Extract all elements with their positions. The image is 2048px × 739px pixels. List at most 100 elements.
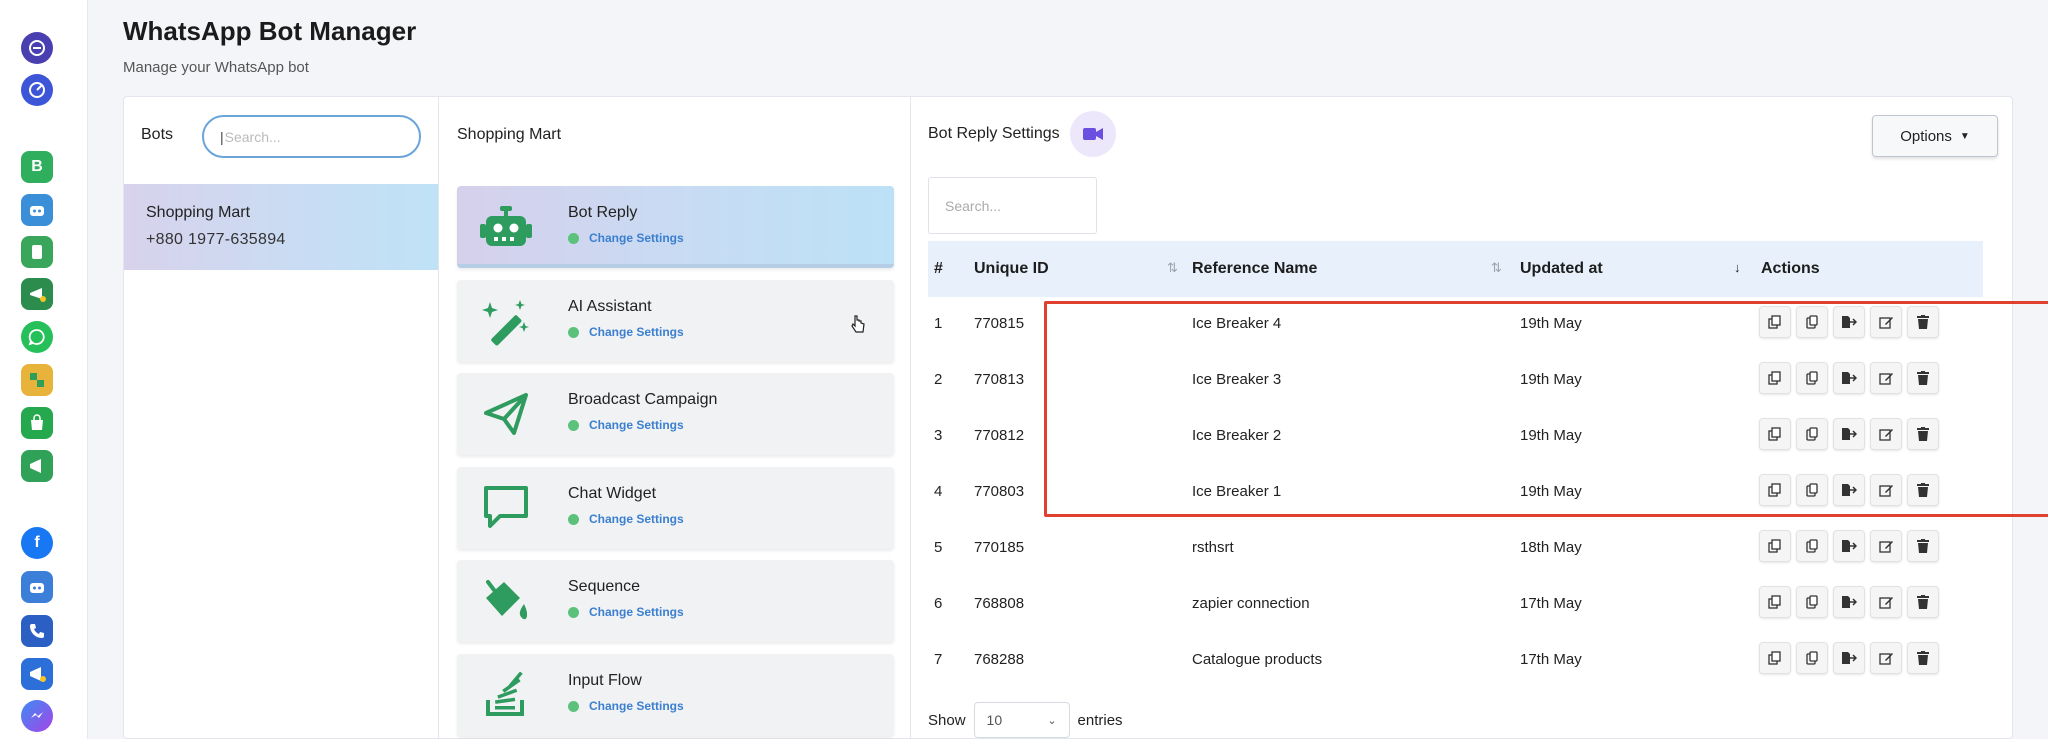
copy-icon[interactable] xyxy=(1759,418,1791,450)
feature-ai-assistant[interactable]: AI Assistant Change Settings xyxy=(457,280,894,362)
duplicate-icon[interactable] xyxy=(1796,474,1828,506)
edit-icon[interactable] xyxy=(1870,362,1902,394)
col-header-reference-name[interactable]: Reference Name xyxy=(1192,260,1317,278)
page-title: WhatsApp Bot Manager xyxy=(123,16,417,46)
feature-chat-widget[interactable]: Chat Widget Change Settings xyxy=(457,467,894,549)
table-row[interactable]: 7 768288 Catalogue products 17th May xyxy=(928,633,1983,689)
edit-icon[interactable] xyxy=(1870,642,1902,674)
copy-icon[interactable] xyxy=(1759,306,1791,338)
cell-reference-name: Ice Breaker 3 xyxy=(1192,371,1282,388)
feature-name: Input Flow xyxy=(568,672,642,689)
delete-icon[interactable] xyxy=(1907,586,1939,618)
call-icon[interactable] xyxy=(21,615,53,647)
table-row[interactable]: 3 770812 Ice Breaker 2 19th May xyxy=(928,409,1983,465)
sort-desc-icon[interactable]: ↓ xyxy=(1734,260,1741,275)
cell-index: 4 xyxy=(934,483,943,500)
delete-icon[interactable] xyxy=(1907,642,1939,674)
table-row[interactable]: 5 770185 rsthsrt 18th May xyxy=(928,521,1983,577)
feature-bot-reply[interactable]: Bot Reply Change Settings xyxy=(457,186,894,268)
integration-icon[interactable] xyxy=(21,364,53,396)
change-settings-link[interactable]: Change Settings xyxy=(589,231,684,245)
campaign-icon[interactable] xyxy=(21,278,53,310)
settings-title: Bot Reply Settings xyxy=(928,125,1060,142)
cell-reference-name: Ice Breaker 2 xyxy=(1192,427,1282,444)
duplicate-icon[interactable] xyxy=(1796,362,1828,394)
cell-unique-id: 770812 xyxy=(974,427,1025,444)
edit-icon[interactable] xyxy=(1870,306,1902,338)
export-icon[interactable] xyxy=(1833,474,1865,506)
export-icon[interactable] xyxy=(1833,642,1865,674)
cell-reference-name: Ice Breaker 4 xyxy=(1192,315,1282,332)
edit-icon[interactable] xyxy=(1870,418,1902,450)
send-campaign-icon[interactable] xyxy=(21,658,53,690)
options-button[interactable]: Options ▼ xyxy=(1872,115,1998,157)
delete-icon[interactable] xyxy=(1907,306,1939,338)
whatsapp-icon[interactable] xyxy=(21,321,53,353)
export-icon[interactable] xyxy=(1833,362,1865,394)
broadcast-icon[interactable] xyxy=(21,450,53,482)
export-icon[interactable] xyxy=(1833,530,1865,562)
duplicate-icon[interactable] xyxy=(1796,530,1828,562)
phone-doc-icon[interactable] xyxy=(21,236,53,268)
bot-search-input[interactable]: | Search... xyxy=(202,115,421,158)
duplicate-icon[interactable] xyxy=(1796,586,1828,618)
feature-sequence[interactable]: Sequence Change Settings xyxy=(457,560,894,642)
sort-icon[interactable]: ⇅ xyxy=(1491,260,1502,276)
copy-icon[interactable] xyxy=(1759,586,1791,618)
edit-icon[interactable] xyxy=(1870,474,1902,506)
copy-icon[interactable] xyxy=(1759,362,1791,394)
copy-icon[interactable] xyxy=(1759,530,1791,562)
row-actions xyxy=(1759,586,1939,618)
cell-unique-id: 770185 xyxy=(974,539,1025,556)
cell-updated-at: 17th May xyxy=(1520,651,1582,668)
cell-unique-id: 768808 xyxy=(974,595,1025,612)
page-size-select[interactable]: 10 ⌄ xyxy=(973,702,1070,738)
robot-icon xyxy=(477,202,535,252)
dashboard-icon[interactable] xyxy=(21,74,53,106)
sort-icon[interactable]: ⇅ xyxy=(1167,260,1178,276)
table-row[interactable]: 2 770813 Ice Breaker 3 19th May xyxy=(928,353,1983,409)
col-header-updated-at[interactable]: Updated at xyxy=(1520,260,1603,278)
status-dot xyxy=(568,514,579,525)
facebook-icon[interactable]: f xyxy=(21,527,53,559)
bot-list-item[interactable]: Shopping Mart +880 1977-635894 xyxy=(124,184,438,270)
feature-input-flow[interactable]: Input Flow Change Settings xyxy=(457,654,894,736)
duplicate-icon[interactable] xyxy=(1796,642,1828,674)
shop-icon[interactable] xyxy=(21,407,53,439)
delete-icon[interactable] xyxy=(1907,530,1939,562)
col-header-unique-id[interactable]: Unique ID xyxy=(974,260,1049,278)
cell-reference-name: rsthsrt xyxy=(1192,539,1234,556)
duplicate-icon[interactable] xyxy=(1796,418,1828,450)
export-icon[interactable] xyxy=(1833,586,1865,618)
delete-icon[interactable] xyxy=(1907,474,1939,506)
table-row[interactable]: 6 768808 zapier connection 17th May xyxy=(928,577,1983,633)
table-row[interactable]: 1 770815 Ice Breaker 4 19th May xyxy=(928,297,1983,353)
edit-icon[interactable] xyxy=(1870,586,1902,618)
change-settings-link[interactable]: Change Settings xyxy=(589,512,684,526)
delete-icon[interactable] xyxy=(1907,418,1939,450)
change-settings-link[interactable]: Change Settings xyxy=(589,325,684,339)
cell-updated-at: 19th May xyxy=(1520,315,1582,332)
cell-reference-name: zapier connection xyxy=(1192,595,1310,612)
table-row[interactable]: 4 770803 Ice Breaker 1 19th May xyxy=(928,465,1983,521)
duplicate-icon[interactable] xyxy=(1796,306,1828,338)
change-settings-link[interactable]: Change Settings xyxy=(589,418,684,432)
feature-name: Bot Reply xyxy=(568,204,638,221)
export-icon[interactable] xyxy=(1833,418,1865,450)
copy-icon[interactable] xyxy=(1759,474,1791,506)
export-icon[interactable] xyxy=(1833,306,1865,338)
delete-icon[interactable] xyxy=(1907,362,1939,394)
feature-broadcast-campaign[interactable]: Broadcast Campaign Change Settings xyxy=(457,373,894,455)
messenger-icon[interactable] xyxy=(21,700,53,732)
table-search-input[interactable]: Search... xyxy=(928,177,1097,234)
video-icon[interactable] xyxy=(1070,111,1116,157)
bot-icon[interactable] xyxy=(21,194,53,226)
whatsapp-business-icon[interactable]: B xyxy=(21,151,53,183)
status-dot xyxy=(568,420,579,431)
change-settings-link[interactable]: Change Settings xyxy=(589,605,684,619)
change-settings-link[interactable]: Change Settings xyxy=(589,699,684,713)
messenger-bot-icon[interactable] xyxy=(21,571,53,603)
edit-icon[interactable] xyxy=(1870,530,1902,562)
copy-icon[interactable] xyxy=(1759,642,1791,674)
profile-icon[interactable] xyxy=(21,32,53,64)
